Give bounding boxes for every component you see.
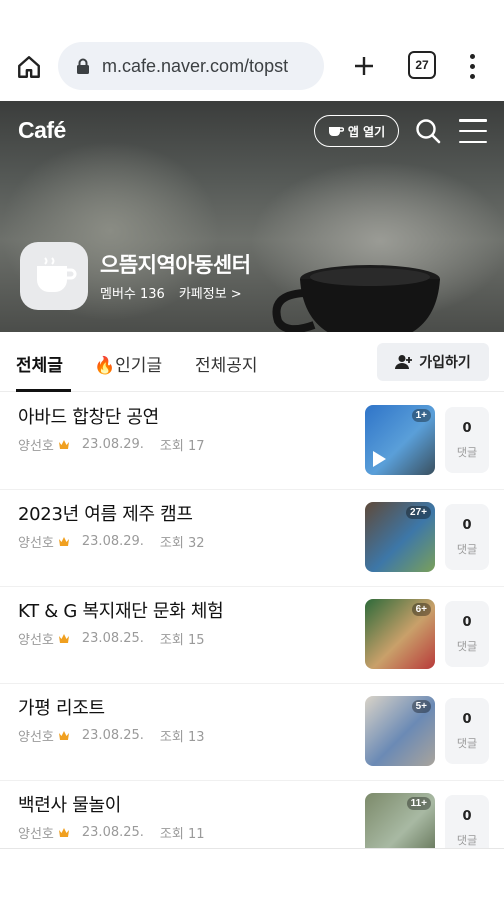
post-thumbnail[interactable]: 27+ bbox=[365, 502, 435, 572]
post-item[interactable]: 아바드 합창단 공연양선호 23.08.29. 조회 17 1+ 0 댓글 bbox=[0, 393, 504, 490]
cafe-info-link[interactable]: 카페정보 > bbox=[179, 283, 242, 302]
comment-count-button[interactable]: 0 댓글 bbox=[445, 504, 489, 570]
bottom-area bbox=[0, 848, 504, 900]
post-views: 조회 13 bbox=[159, 730, 205, 745]
join-label: 가입하기 bbox=[419, 355, 471, 371]
comment-count: 0 bbox=[462, 808, 472, 824]
post-date: 23.08.25. bbox=[81, 825, 144, 840]
comment-count-button[interactable]: 0 댓글 bbox=[445, 407, 489, 473]
post-author: 양선호 bbox=[18, 730, 54, 745]
home-icon[interactable] bbox=[12, 50, 46, 84]
lock-icon bbox=[77, 58, 89, 74]
member-count: 멤버수 136 bbox=[100, 287, 165, 302]
comment-label: 댓글 bbox=[456, 639, 478, 653]
cup-icon bbox=[328, 127, 344, 136]
post-title[interactable]: 2023년 여름 제주 캠프 bbox=[18, 500, 193, 526]
board-tabs: 전체글 🔥인기글 전체공지 가입하기 bbox=[0, 332, 504, 392]
comment-count: 0 bbox=[462, 517, 472, 533]
cafe-logo[interactable]: Café bbox=[18, 117, 66, 144]
post-title[interactable]: 가평 리조트 bbox=[18, 694, 105, 720]
post-title[interactable]: 아바드 합창단 공연 bbox=[18, 403, 159, 429]
post-views: 조회 32 bbox=[159, 536, 205, 551]
hamburger-menu-icon[interactable] bbox=[459, 119, 487, 143]
comment-count: 0 bbox=[462, 711, 472, 727]
cafe-name: 으뜸지역아동센터 bbox=[100, 253, 251, 277]
crown-icon bbox=[58, 537, 69, 546]
browser-menu-icon[interactable] bbox=[460, 50, 484, 82]
post-item[interactable]: 가평 리조트양선호 23.08.25. 조회 13 5+ 0 댓글 bbox=[0, 684, 504, 781]
post-date: 23.08.25. bbox=[81, 728, 144, 743]
tab-switcher-button[interactable]: 27 bbox=[408, 51, 436, 79]
crown-icon bbox=[58, 828, 69, 837]
comment-label: 댓글 bbox=[456, 445, 478, 459]
join-button[interactable]: 가입하기 bbox=[377, 343, 489, 381]
browser-toolbar: m.cafe.naver.com/topst 27 bbox=[0, 34, 504, 98]
tab-all-posts[interactable]: 전체글 bbox=[16, 351, 63, 376]
comment-label: 댓글 bbox=[456, 833, 478, 847]
open-app-label: 앱 열기 bbox=[347, 124, 386, 139]
post-date: 23.08.29. bbox=[81, 437, 144, 452]
post-thumbnail[interactable]: 1+ bbox=[365, 405, 435, 475]
photo-count-badge: 1+ bbox=[411, 409, 431, 422]
post-views: 조회 11 bbox=[159, 827, 205, 842]
photo-count-badge: 6+ bbox=[411, 603, 431, 616]
post-item[interactable]: 2023년 여름 제주 캠프양선호 23.08.29. 조회 32 27+ 0 댓글 bbox=[0, 490, 504, 587]
post-meta: 양선호 23.08.29. 조회 32 bbox=[18, 532, 205, 551]
post-item[interactable]: KT & G 복지재단 문화 체험양선호 23.08.25. 조회 15 6+ 0 댓글 bbox=[0, 587, 504, 684]
comment-count-button[interactable]: 0 댓글 bbox=[445, 698, 489, 764]
comment-label: 댓글 bbox=[456, 736, 478, 750]
post-author: 양선호 bbox=[18, 536, 54, 551]
post-views: 조회 17 bbox=[159, 439, 205, 454]
url-bar[interactable]: m.cafe.naver.com/topst bbox=[58, 42, 324, 90]
tab-count: 27 bbox=[415, 58, 429, 72]
post-meta: 양선호 23.08.29. 조회 17 bbox=[18, 435, 205, 454]
photo-count-badge: 5+ bbox=[411, 700, 431, 713]
search-icon[interactable] bbox=[414, 117, 442, 145]
cafe-header-banner: Café 앱 열기 으뜸지역아동센터 멤버수 136 카페정보 > bbox=[0, 101, 504, 332]
comment-label: 댓글 bbox=[456, 542, 478, 556]
new-tab-icon[interactable] bbox=[348, 50, 380, 82]
post-thumbnail[interactable]: 6+ bbox=[365, 599, 435, 669]
post-views: 조회 15 bbox=[159, 633, 205, 648]
cafe-profile-image bbox=[20, 242, 88, 310]
post-author: 양선호 bbox=[18, 827, 54, 842]
post-title[interactable]: KT & G 복지재단 문화 체험 bbox=[18, 597, 224, 623]
coffee-cup-image bbox=[272, 265, 440, 332]
crown-icon bbox=[58, 731, 69, 740]
comment-count-button[interactable]: 0 댓글 bbox=[445, 601, 489, 667]
active-tab-indicator bbox=[16, 389, 71, 392]
photo-count-badge: 11+ bbox=[406, 797, 431, 810]
status-bar bbox=[0, 0, 504, 34]
post-date: 23.08.25. bbox=[81, 631, 144, 646]
post-date: 23.08.29. bbox=[81, 534, 144, 549]
post-thumbnail[interactable]: 5+ bbox=[365, 696, 435, 766]
add-user-icon bbox=[395, 355, 413, 369]
post-meta: 양선호 23.08.25. 조회 11 bbox=[18, 823, 205, 842]
post-meta: 양선호 23.08.25. 조회 15 bbox=[18, 629, 205, 648]
play-icon bbox=[373, 451, 386, 467]
photo-count-badge: 27+ bbox=[406, 506, 431, 519]
crown-icon bbox=[58, 634, 69, 643]
comment-count: 0 bbox=[462, 420, 472, 436]
crown-icon bbox=[58, 440, 69, 449]
post-author: 양선호 bbox=[18, 439, 54, 454]
tab-notices[interactable]: 전체공지 bbox=[195, 351, 258, 376]
url-text: m.cafe.naver.com/topst bbox=[102, 55, 289, 76]
tab-popular[interactable]: 🔥인기글 bbox=[94, 351, 162, 376]
open-app-button[interactable]: 앱 열기 bbox=[314, 115, 399, 147]
post-meta: 양선호 23.08.25. 조회 13 bbox=[18, 726, 205, 745]
comment-count: 0 bbox=[462, 614, 472, 630]
post-title[interactable]: 백련사 물놀이 bbox=[18, 791, 121, 817]
post-author: 양선호 bbox=[18, 633, 54, 648]
